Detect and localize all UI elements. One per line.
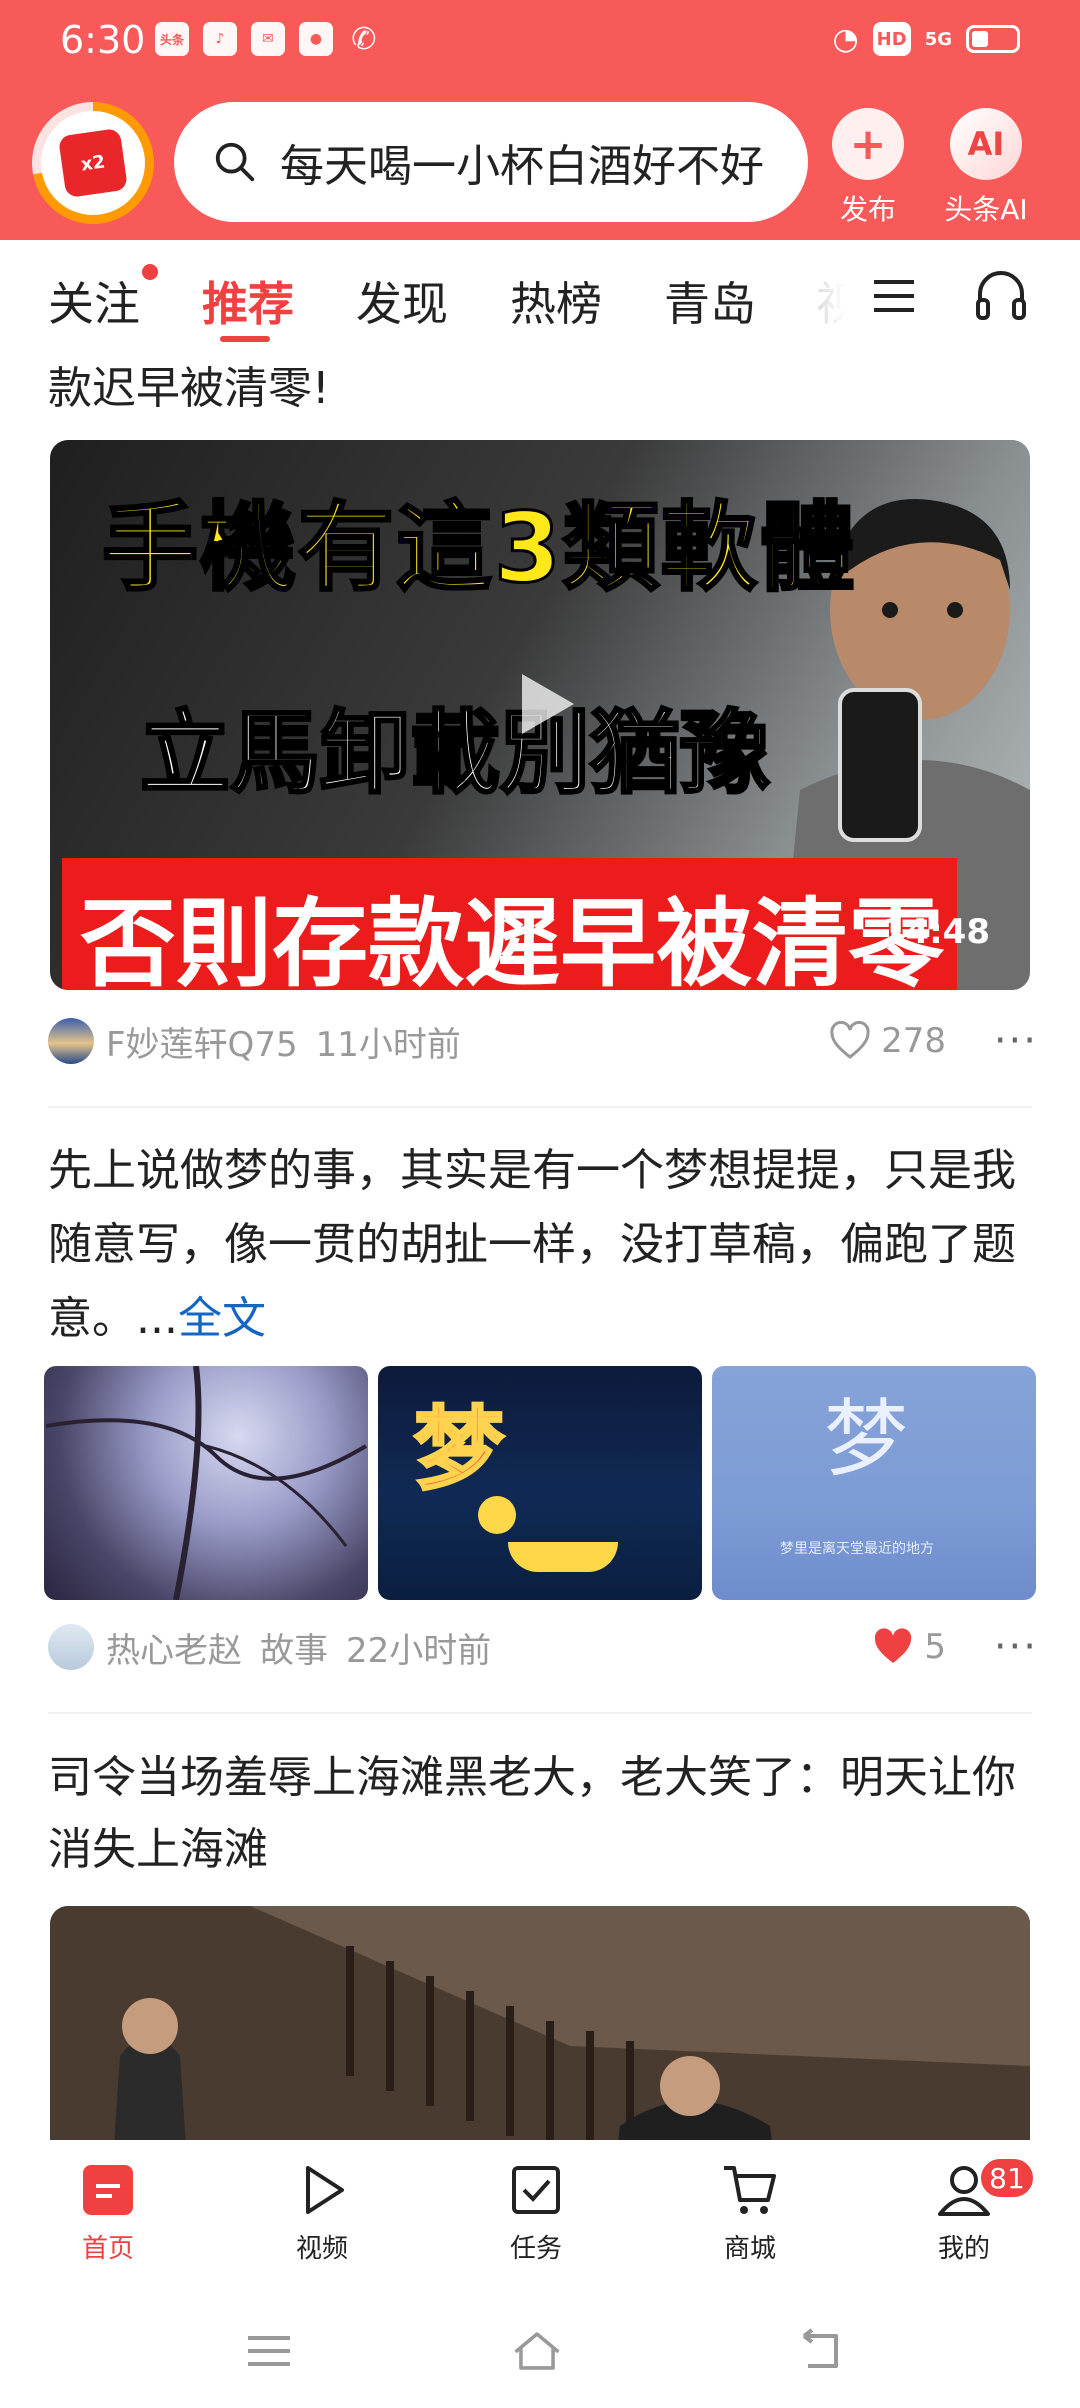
tab-recommend[interactable]: 推荐: [202, 268, 294, 334]
status-app-icons: 头条 ♪ ✉ ● ✆: [155, 21, 381, 57]
like-count: 5: [924, 1627, 946, 1667]
app-header: 6:30 头条 ♪ ✉ ● ✆ ◔ HD 5G x2 每天喝一小杯白酒好不好 +: [0, 0, 1080, 240]
cart-icon: [724, 2166, 776, 2214]
post-time: 22小时前: [346, 1630, 492, 1671]
post2-image-2[interactable]: 梦: [378, 1366, 702, 1600]
search-bar[interactable]: 每天喝一小杯白酒好不好: [174, 102, 808, 222]
red-packet-icon: x2: [57, 127, 129, 199]
post-category: 故事: [260, 1630, 328, 1671]
like-button[interactable]: 5: [872, 1627, 946, 1667]
post-time: 11小时前: [315, 1024, 461, 1065]
home-icon: [83, 2165, 133, 2215]
nav-profile-label: 我的: [937, 2234, 990, 2264]
channel-tabs: 关注 推荐 发现 热榜 青岛 视: [0, 240, 1080, 350]
toutiao-app-icon: 头条: [155, 22, 189, 56]
nav-video[interactable]: 视频: [242, 2160, 402, 2265]
search-suggestion: 每天喝一小杯白酒好不好: [280, 141, 764, 192]
tab-qingdao[interactable]: 青岛: [664, 268, 756, 334]
tab-discover[interactable]: 发现: [356, 268, 448, 334]
hd-icon: HD: [872, 22, 911, 56]
more-options-icon[interactable]: ···: [994, 1018, 1038, 1064]
toutiao-ai-button[interactable]: AI 头条AI: [926, 108, 1046, 228]
post2-meta: 热心老赵 故事 22小时前 5 ···: [48, 1622, 1038, 1672]
search-icon: [215, 142, 255, 182]
divider: [48, 1106, 1032, 1108]
video-duration: 14:48: [881, 912, 990, 952]
status-time: 6:30: [60, 18, 146, 62]
channel-menu-icon[interactable]: [870, 272, 918, 320]
status-right-icons: ◔ HD 5G: [832, 21, 1020, 57]
post2-image-3[interactable]: 梦 梦里是离天堂最近的地方: [712, 1366, 1036, 1600]
dream-character: 梦: [413, 1396, 506, 1504]
heart-filled-icon: [875, 1628, 912, 1663]
bottom-navigation: 首页 视频 任务 商城 我的 81: [0, 2140, 1080, 2290]
follow-notification-dot: [142, 264, 158, 280]
play-icon[interactable]: [504, 666, 580, 742]
nav-mall[interactable]: 商城: [670, 2160, 830, 2265]
video-headline-line3: 否則存款遲早被清零: [80, 888, 944, 990]
full-text-link[interactable]: 全文: [178, 1293, 266, 1344]
status-bar: 6:30 头条 ♪ ✉ ● ✆ ◔ HD 5G: [0, 0, 1080, 84]
video-headline-line2: 立馬卸載別猶豫: [139, 700, 772, 808]
post2-image-grid: 梦 梦 梦里是离天堂最近的地方: [44, 1366, 1036, 1600]
message-app-icon: ●: [299, 22, 333, 56]
system-navigation-bar: [0, 2290, 1080, 2408]
recent-apps-icon[interactable]: [244, 2326, 294, 2376]
avatar-badge: x2: [79, 150, 107, 176]
signal-5g-icon: 5G: [924, 28, 952, 50]
task-icon: [512, 2166, 560, 2214]
user-avatar-progress[interactable]: x2: [32, 102, 154, 224]
tab-follow[interactable]: 关注: [48, 268, 140, 334]
more-options-icon[interactable]: ···: [994, 1624, 1038, 1670]
nav-mall-label: 商城: [723, 2234, 776, 2264]
post1-title[interactable]: 款迟早被清零!: [48, 354, 1038, 424]
image-caption: 梦里是离天堂最近的地方: [780, 1541, 934, 1557]
ai-label: 头条AI: [944, 193, 1028, 226]
plus-icon: +: [832, 108, 904, 180]
nav-video-label: 视频: [295, 2234, 348, 2264]
nav-profile[interactable]: 我的 81: [884, 2156, 1044, 2265]
author-name[interactable]: 热心老赵: [106, 1623, 242, 1672]
smiley-icon: [478, 1496, 516, 1534]
publish-label: 发布: [839, 193, 896, 226]
home-system-icon[interactable]: [512, 2326, 562, 2376]
author-name[interactable]: F妙莲轩Q75: [106, 1017, 298, 1066]
douyin-app-icon: ♪: [203, 22, 237, 56]
post2-body[interactable]: 先上说做梦的事，其实是有一个梦想提提，只是我随意写，像一贯的胡扯一样，没打草稿，…: [48, 1134, 1038, 1356]
notification-badge: 81: [978, 2156, 1036, 2200]
news-feed: 款迟早被清零! 手機有這3類軟體 立馬卸載別猶豫 否則存款遲早被清零 14:48…: [0, 350, 1080, 2140]
heart-outline-icon: [830, 1021, 870, 1059]
post1-meta: F妙莲轩Q75 11小时前 278 ···: [48, 1016, 1038, 1066]
author-avatar[interactable]: [48, 1018, 94, 1064]
active-tab-indicator: [220, 336, 270, 342]
publish-button[interactable]: + 发布: [808, 108, 928, 228]
nav-home-label: 首页: [81, 2234, 134, 2264]
ai-icon: AI: [950, 108, 1022, 180]
boat-icon: [508, 1542, 618, 1572]
like-button[interactable]: 278: [829, 1021, 946, 1061]
post1-video-thumbnail[interactable]: 手機有這3類軟體 立馬卸載別猶豫 否則存款遲早被清零 14:48: [50, 440, 1030, 990]
divider: [48, 1712, 1032, 1714]
video-headline-line1: 手機有這3類軟體: [101, 491, 857, 606]
post2-image-1[interactable]: [44, 1366, 368, 1600]
video-icon: [306, 2166, 344, 2214]
phone-app-icon: ✆: [351, 21, 377, 57]
dream-character: 梦: [824, 1390, 909, 1488]
like-count: 278: [881, 1021, 946, 1061]
tab-hot-list[interactable]: 热榜: [510, 268, 602, 334]
post3-image[interactable]: [50, 1906, 1030, 2140]
back-icon[interactable]: [796, 2326, 846, 2376]
nav-tasks-label: 任务: [509, 2234, 562, 2264]
mail-app-icon: ✉: [251, 22, 285, 56]
headphones-icon[interactable]: [972, 266, 1030, 324]
battery-icon: [966, 25, 1020, 53]
post3-title[interactable]: 司令当场羞辱上海滩黑老大，老大笑了：明天让你消失上海滩: [48, 1742, 1038, 1886]
author-avatar[interactable]: [48, 1624, 94, 1670]
speed-icon: ◔: [832, 21, 859, 57]
nav-home[interactable]: 首页: [28, 2160, 188, 2265]
nav-tasks[interactable]: 任务: [456, 2160, 616, 2265]
